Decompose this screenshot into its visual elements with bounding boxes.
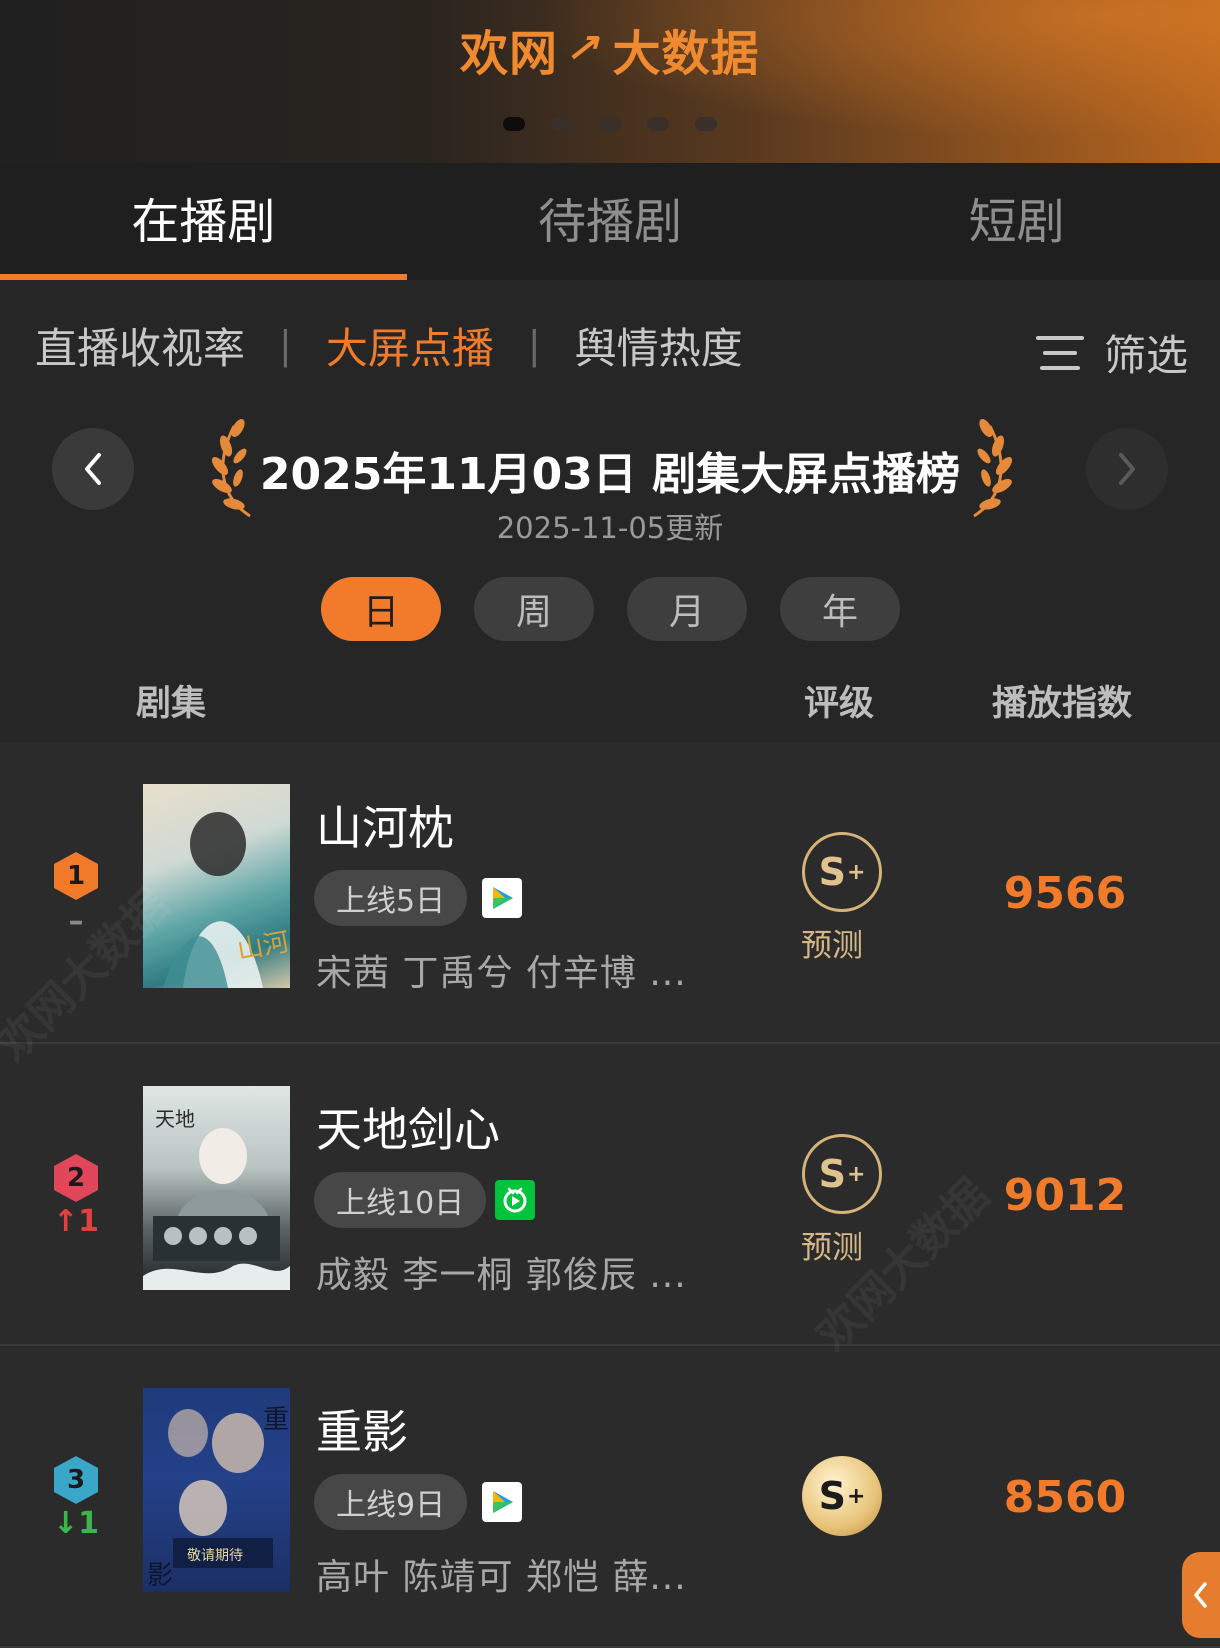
days-online-badge: 上线9日 [314,1474,468,1530]
grade-plus: + [846,1483,866,1509]
play-index-value: 9012 [1003,1170,1127,1221]
ranking-row[interactable]: 2 ↑1 天地 天地剑心 上线10日 成毅 李一桐 郭俊辰 ... S + 预测… [0,1044,1220,1346]
subtab-public-opinion[interactable]: 舆情热度 [575,315,743,376]
rank-change: ↓1 [52,1506,99,1541]
rank-badge: 3 [54,1456,98,1504]
side-panel-handle[interactable] [1182,1552,1220,1638]
period-selector: 日 周 月 年 [321,577,900,641]
grade-plus: + [846,1161,866,1187]
chevron-left-icon [1194,1582,1207,1608]
column-header-rating: 评级 [804,684,875,724]
filter-icon [1035,334,1084,372]
tencent-video-icon [482,878,522,918]
tab-short-drama[interactable]: 短剧 [813,163,1220,280]
grade-letter: S [818,1152,846,1196]
poster-image[interactable]: 敬请期待 重 影 [143,1388,290,1592]
subtab-vod[interactable]: 大屏点播 [326,315,494,376]
tab-airing[interactable]: 在播剧 [0,163,407,280]
grade-badge: S + [802,832,882,912]
rank-change: – [68,904,84,939]
play-index-value: 8560 [1003,1472,1127,1523]
divider: | [527,323,541,367]
rank-badge: 1 [54,852,98,900]
poster-image[interactable]: 天地 [143,1086,290,1290]
ranking-list: 1 – 山河 山河枕 上线5日 宋茜 丁禹兮 付辛博 ... S + 预测 956… [0,742,1220,1648]
cast-list: 宋茜 丁禹兮 付辛博 ... [316,953,687,994]
period-month[interactable]: 月 [627,577,747,641]
carousel-dot[interactable] [551,117,573,131]
drama-title[interactable]: 天地剑心 [316,1094,500,1160]
ranking-updated: 2025-11-05更新 [496,511,724,545]
cast-list: 成毅 李一桐 郭俊辰 ... [316,1255,687,1296]
play-index-value: 9566 [1003,868,1127,919]
filter-button[interactable]: 筛选 [1035,322,1188,383]
iqiyi-icon [495,1180,535,1220]
poster-image[interactable]: 山河 [143,784,290,988]
poster-art: 山河 [163,812,290,988]
days-online-badge: 上线10日 [314,1172,487,1228]
grade-badge: S + [802,1134,882,1214]
ranking-row[interactable]: 3 ↓1 敬请期待 重 影 重影 上线9日 高叶 陈靖可 郑恺 薛... S +… [0,1346,1220,1648]
cast-list: 高叶 陈靖可 郑恺 薛... [316,1557,687,1598]
svg-text:敬请期待: 敬请期待 [187,1548,243,1564]
grade-label: 预测 [801,928,863,964]
carousel-dot[interactable] [695,117,717,131]
svg-text:天地: 天地 [155,1107,195,1131]
svg-text:影: 影 [147,1561,173,1591]
svg-text:山河: 山河 [235,927,290,966]
drama-title[interactable]: 重影 [316,1396,408,1462]
grade-letter: S [818,850,846,894]
grade-badge: S + [802,1456,882,1536]
column-header-drama: 剧集 [136,684,207,724]
poster-art: 敬请期待 重 影 [147,1405,289,1591]
sub-tab-bar: 直播收视率 | 大屏点播 | 舆情热度 筛选 [0,300,1220,390]
tencent-video-icon [482,1482,522,1522]
brand-name: 欢网 [460,26,559,82]
period-day[interactable]: 日 [321,577,441,641]
ranking-title: 2025年11月03日 剧集大屏点播榜 [259,449,961,500]
carousel-dot[interactable] [599,117,621,131]
main-tab-bar: 在播剧 待播剧 短剧 [0,163,1220,280]
grade-label: 预测 [801,1230,863,1266]
poster-art: 天地 [143,1107,290,1290]
svg-text:重: 重 [263,1405,289,1435]
divider: | [279,323,292,367]
drama-title[interactable]: 山河枕 [316,792,454,858]
carousel-dot[interactable] [503,117,525,131]
rank-badge: 2 [54,1154,98,1202]
carousel-indicator [503,117,717,131]
rank-change: ↑1 [52,1204,99,1239]
brand-mark-icon: ↗ [561,26,609,72]
tab-upcoming[interactable]: 待播剧 [407,163,814,280]
grade-plus: + [846,859,866,885]
days-online-badge: 上线5日 [314,870,468,926]
grade-letter: S [818,1474,846,1518]
top-banner[interactable]: 欢网 ↗ 大数据 [0,0,1220,163]
brand-logo: 欢网 ↗ 大数据 [460,18,760,82]
subtab-live-ratings[interactable]: 直播收视率 [35,315,245,376]
period-week[interactable]: 周 [474,577,594,641]
filter-label: 筛选 [1103,331,1188,380]
column-header-index[interactable]: 播放指数 [992,675,1132,726]
carousel-dot[interactable] [647,117,669,131]
ranking-row[interactable]: 1 – 山河 山河枕 上线5日 宋茜 丁禹兮 付辛博 ... S + 预测 956… [0,742,1220,1044]
brand-sub: 大数据 [612,26,760,82]
period-year[interactable]: 年 [780,577,900,641]
